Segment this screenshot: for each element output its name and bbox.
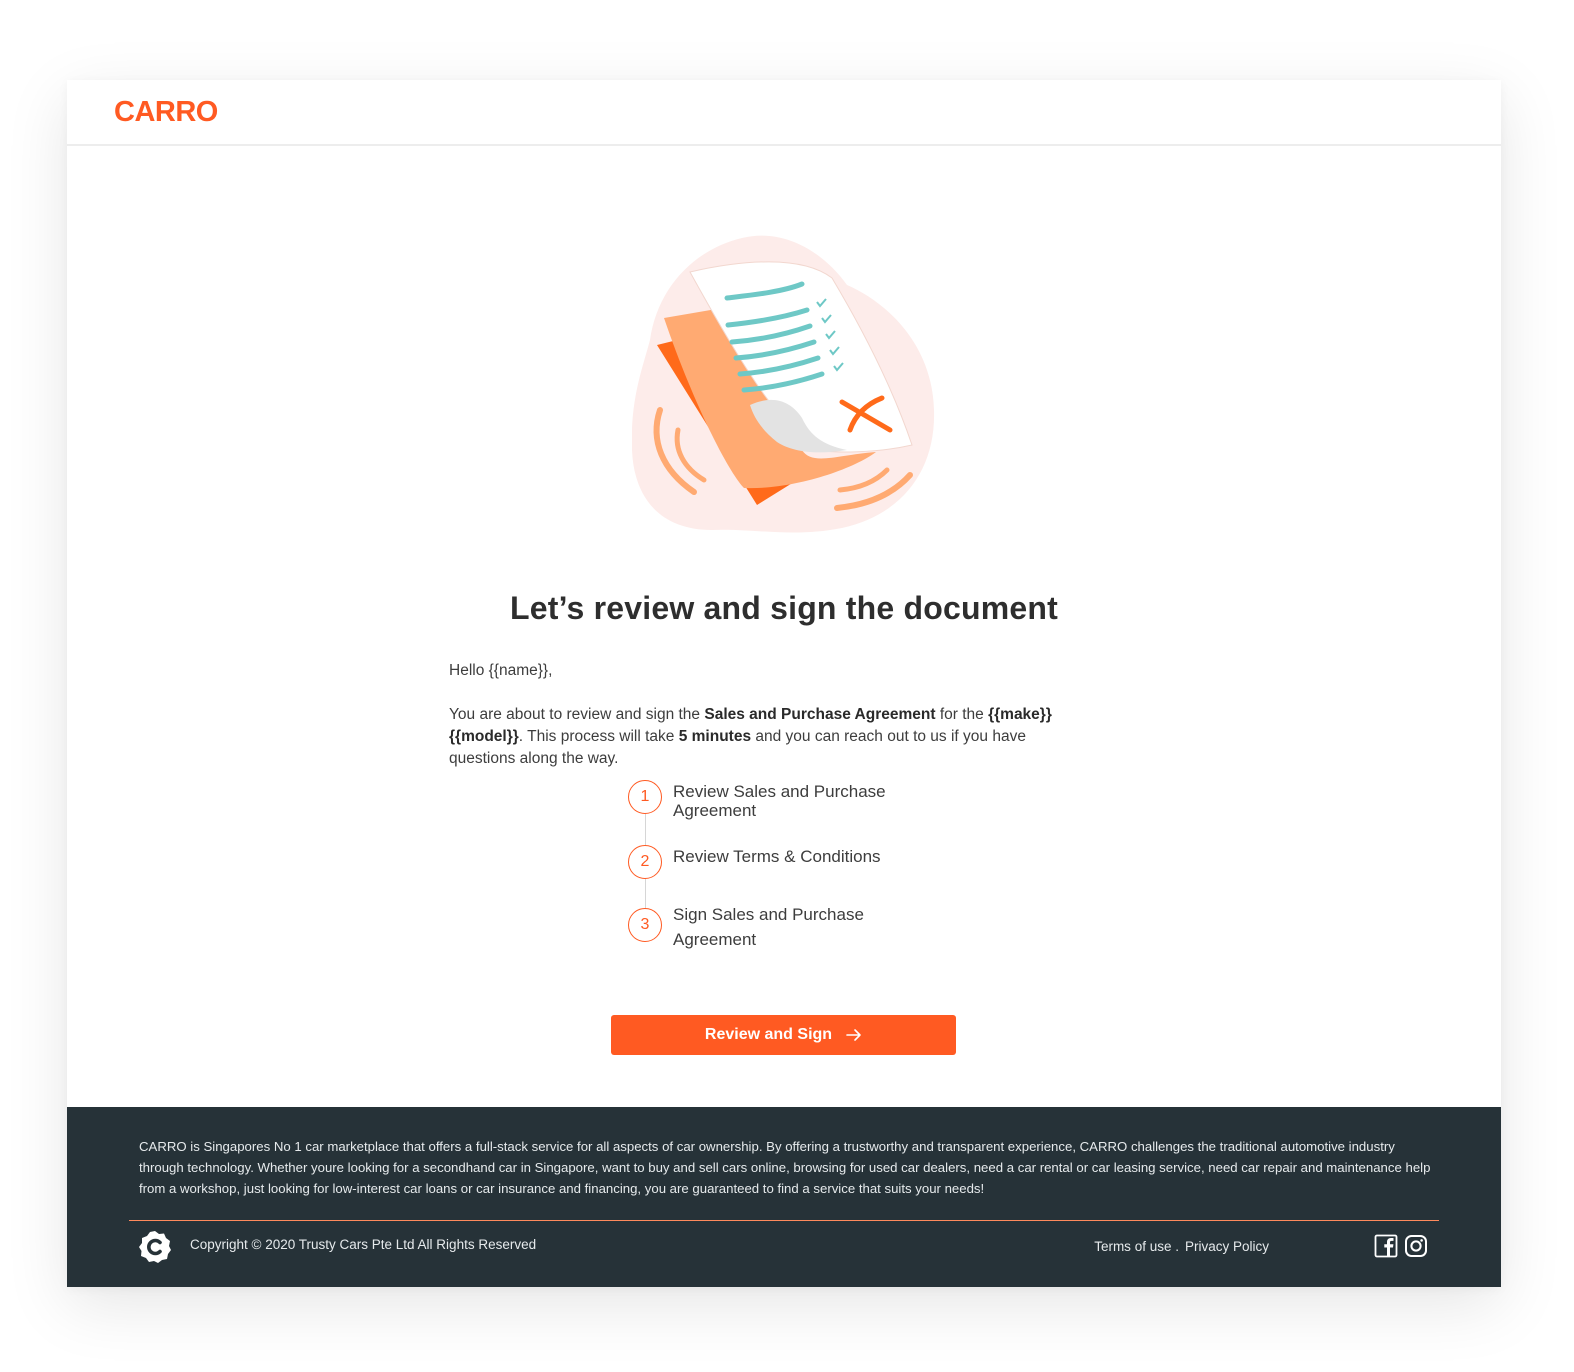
- copyright-text: Copyright © 2020 Trusty Cars Pte Ltd All…: [190, 1237, 537, 1252]
- step-number: 1: [628, 780, 662, 814]
- step-label: Review Sales and Purchase Agreement: [673, 782, 886, 820]
- footer-description: CARRO is Singapores No 1 car marketplace…: [139, 1139, 1431, 1196]
- agreement-name: Sales and Purchase Agreement: [704, 706, 936, 723]
- duration: 5 minutes: [678, 728, 752, 745]
- page-title: Let’s review and sign the document: [510, 590, 1058, 626]
- carro-badge-icon[interactable]: [138, 1230, 172, 1264]
- step-label: Review Terms & Conditions: [673, 847, 881, 866]
- review-and-sign-button[interactable]: Review and Sign: [611, 1015, 956, 1055]
- intro-text-2: for the: [935, 706, 989, 723]
- steps-list: 1 Review Sales and Purchase Agreement 2 …: [627, 780, 947, 960]
- instagram-icon[interactable]: [1404, 1234, 1428, 1258]
- terms-of-use-link[interactable]: Terms of use .: [1094, 1239, 1179, 1254]
- email-card: CARRO Let’s review and sign the document…: [67, 80, 1501, 1287]
- step-number: 2: [628, 845, 662, 879]
- document-sign-icon: [632, 235, 935, 533]
- step-number: 3: [628, 908, 662, 942]
- intro-text-1: You are about to review and sign the: [449, 706, 705, 723]
- step-label: Sign Sales and Purchase Agreement: [673, 905, 864, 949]
- intro-paragraph: You are about to review and sign the Sal…: [449, 704, 1089, 770]
- facebook-icon[interactable]: [1374, 1234, 1398, 1258]
- review-and-sign-label: Review and Sign: [704, 1026, 833, 1043]
- footer-links: Terms of use . Privacy Policy: [1094, 1239, 1269, 1254]
- intro-text-3: . This process will take: [518, 728, 679, 745]
- footer-divider: [129, 1220, 1439, 1221]
- privacy-policy-link[interactable]: Privacy Policy: [1185, 1239, 1269, 1254]
- carro-logo[interactable]: CARRO: [114, 96, 218, 129]
- arrow-right-icon: [846, 1029, 861, 1041]
- greeting: Hello {{name}},: [449, 662, 553, 679]
- footer: CARRO is Singapores No 1 car marketplace…: [67, 1107, 1501, 1287]
- header: CARRO: [67, 80, 1501, 146]
